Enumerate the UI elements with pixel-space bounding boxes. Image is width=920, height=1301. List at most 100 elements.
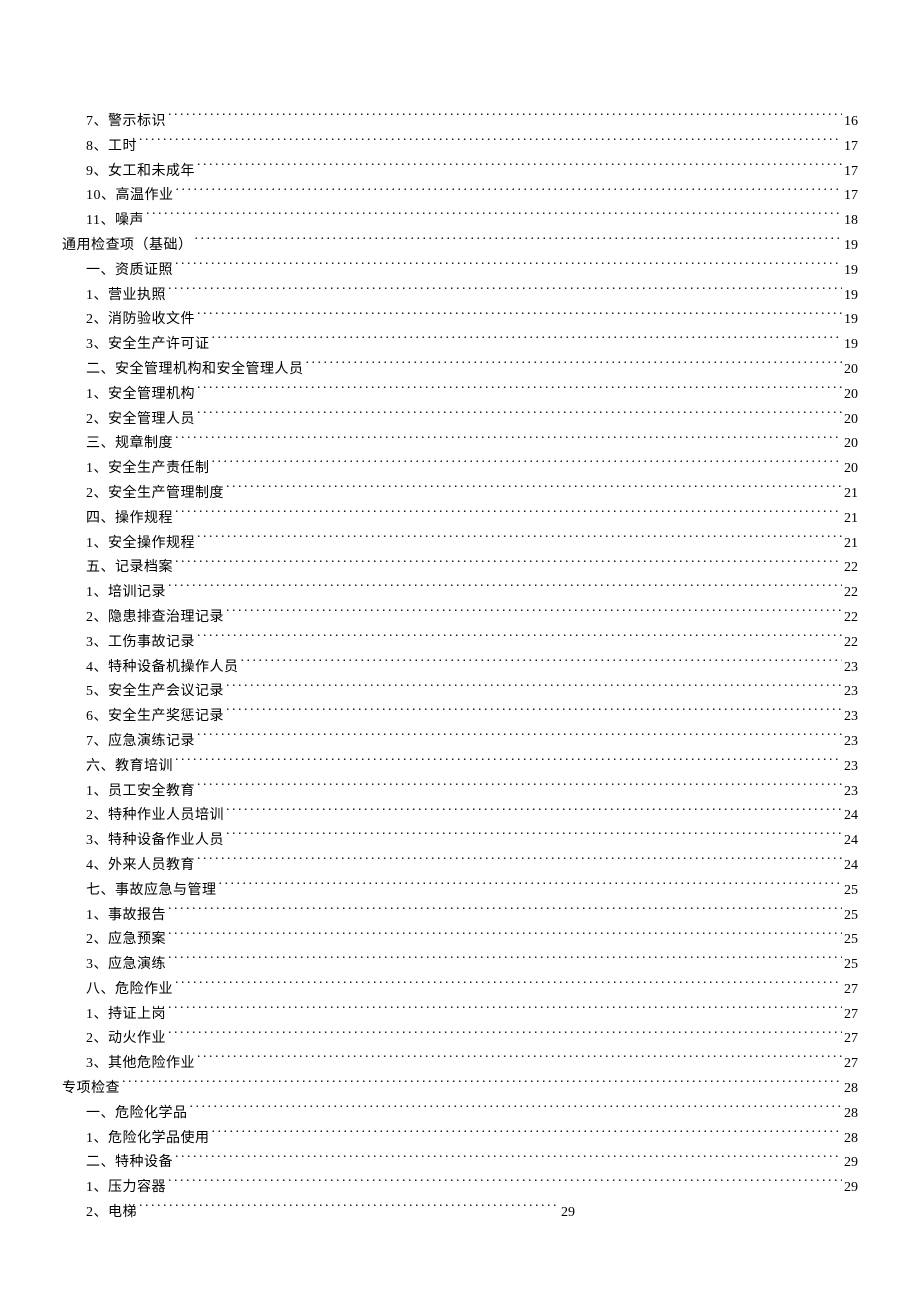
toc-page-number: 23 — [844, 656, 858, 681]
toc-page-number: 23 — [844, 705, 858, 730]
toc-leader-dots — [212, 1128, 843, 1142]
toc-label: 一、资质证照 — [86, 259, 173, 284]
toc-label: 10、高温作业 — [86, 184, 174, 209]
toc-leader-dots — [226, 706, 842, 720]
toc-leader-dots — [226, 681, 842, 695]
toc-label: 1、员工安全教育 — [86, 780, 195, 805]
toc-label: 三、规章制度 — [86, 432, 173, 457]
toc-entry[interactable]: 八、危险作业27 — [62, 978, 858, 1003]
toc-leader-dots — [175, 557, 842, 571]
toc-entry[interactable]: 一、危险化学品28 — [62, 1102, 858, 1127]
toc-entry[interactable]: 10、高温作业 17 — [62, 184, 858, 209]
toc-label: 2、消防验收文件 — [86, 308, 195, 333]
toc-label: 4、外来人员教育 — [86, 854, 195, 879]
toc-label: 1、危险化学品使用 — [86, 1127, 210, 1152]
toc-label: 8、工时 — [86, 135, 137, 160]
toc-page-number: 20 — [844, 432, 858, 457]
toc-label: 2、特种作业人员培训 — [86, 804, 224, 829]
toc-entry[interactable]: 三、规章制度 20 — [62, 432, 858, 457]
toc-leader-dots — [168, 1004, 842, 1018]
toc-page-number: 29 — [844, 1151, 858, 1176]
toc-page-number: 17 — [844, 160, 858, 185]
toc-page-number: 22 — [844, 631, 858, 656]
toc-page-number: 19 — [844, 284, 858, 309]
toc-entry[interactable]: 2、消防验收文件19 — [62, 308, 858, 333]
toc-entry[interactable]: 七、事故应急与管理25 — [62, 879, 858, 904]
toc-entry[interactable]: 7、警示标识16 — [62, 110, 858, 135]
toc-page-number: 23 — [844, 680, 858, 705]
toc-page-number: 29 — [844, 1176, 858, 1201]
toc-label: 1、安全操作规程 — [86, 532, 195, 557]
toc-entry[interactable]: 通用检查项（基础）19 — [62, 234, 858, 259]
toc-entry[interactable]: 1、营业执照19 — [62, 284, 858, 309]
toc-entry[interactable]: 3、特种设备作业人员24 — [62, 829, 858, 854]
toc-entry[interactable]: 5、安全生产会议记录23 — [62, 680, 858, 705]
toc-entry[interactable]: 1、培训记录22 — [62, 581, 858, 606]
toc-entry[interactable]: 3、其他危险作业27 — [62, 1052, 858, 1077]
toc-entry[interactable]: 3、工伤事故记录22 — [62, 631, 858, 656]
toc-leader-dots — [168, 1177, 842, 1191]
toc-page-number: 17 — [844, 135, 858, 160]
toc-leader-dots — [306, 359, 843, 373]
toc-entry[interactable]: 二、安全管理机构和安全管理人员20 — [62, 358, 858, 383]
toc-entry[interactable]: 五、记录档案 22 — [62, 556, 858, 581]
toc-entry[interactable]: 1、持证上岗27 — [62, 1003, 858, 1028]
toc-entry[interactable]: 9、女工和未成年17 — [62, 160, 858, 185]
toc-entry[interactable]: 6、安全生产奖惩记录23 — [62, 705, 858, 730]
toc-entry[interactable]: 1、安全操作规程21 — [62, 532, 858, 557]
toc-entry[interactable]: 2、应急预案25 — [62, 928, 858, 953]
toc-entry[interactable]: 2、隐患排查治理记录22 — [62, 606, 858, 631]
toc-label: 通用检查项（基础） — [62, 234, 193, 259]
toc-page-number: 20 — [844, 358, 858, 383]
toc-leader-dots — [197, 161, 842, 175]
toc-entry[interactable]: 专项检查 28 — [62, 1077, 858, 1102]
toc-entry[interactable]: 2、电梯29 — [62, 1201, 858, 1226]
toc-entry[interactable]: 1、事故报告25 — [62, 904, 858, 929]
toc-entry[interactable]: 1、安全生产责任制20 — [62, 457, 858, 482]
toc-entry[interactable]: 1、员工安全教育 23 — [62, 780, 858, 805]
toc-label: 1、培训记录 — [86, 581, 166, 606]
toc-entry[interactable]: 二、特种设备 29 — [62, 1151, 858, 1176]
toc-label: 二、特种设备 — [86, 1151, 173, 1176]
toc-leader-dots — [168, 1028, 842, 1042]
toc-entry[interactable]: 一、资质证照19 — [62, 259, 858, 284]
toc-entry[interactable]: 1、危险化学品使用28 — [62, 1127, 858, 1152]
toc-leader-dots — [190, 1103, 843, 1117]
toc-leader-dots — [168, 954, 842, 968]
toc-leader-dots — [197, 309, 842, 323]
toc-leader-dots — [175, 508, 842, 522]
toc-page-number: 17 — [844, 184, 858, 209]
toc-page-number: 29 — [561, 1201, 575, 1226]
toc-label: 3、其他危险作业 — [86, 1052, 195, 1077]
toc-label: 1、压力容器 — [86, 1176, 166, 1201]
toc-entry[interactable]: 六、教育培训23 — [62, 755, 858, 780]
toc-entry[interactable]: 2、安全管理人员20 — [62, 408, 858, 433]
toc-entry[interactable]: 1、压力容器 29 — [62, 1176, 858, 1201]
toc-page-number: 28 — [844, 1077, 858, 1102]
toc-label: 3、特种设备作业人员 — [86, 829, 224, 854]
toc-entry[interactable]: 4、外来人员教育24 — [62, 854, 858, 879]
table-of-contents: 7、警示标识168、工时179、女工和未成年1710、高温作业1711、噪声18… — [62, 110, 858, 1226]
toc-entry[interactable]: 8、工时 17 — [62, 135, 858, 160]
toc-entry[interactable]: 2、安全生产管理制度21 — [62, 482, 858, 507]
toc-entry[interactable]: 4、特种设备机操作人员23 — [62, 656, 858, 681]
toc-page-number: 16 — [844, 110, 858, 135]
toc-label: 五、记录档案 — [86, 556, 173, 581]
toc-entry[interactable]: 3、安全生产许可证19 — [62, 333, 858, 358]
toc-page-number: 23 — [844, 780, 858, 805]
toc-label: 专项检查 — [62, 1077, 120, 1102]
toc-leader-dots — [175, 979, 842, 993]
toc-entry[interactable]: 2、动火作业27 — [62, 1027, 858, 1052]
toc-page-number: 23 — [844, 730, 858, 755]
toc-entry[interactable]: 1、安全管理机构20 — [62, 383, 858, 408]
toc-entry[interactable]: 11、噪声18 — [62, 209, 858, 234]
toc-entry[interactable]: 7、应急演练记录23 — [62, 730, 858, 755]
toc-leader-dots — [146, 210, 842, 224]
toc-leader-dots — [175, 433, 842, 447]
toc-leader-dots — [168, 905, 842, 919]
toc-entry[interactable]: 3、应急演练25 — [62, 953, 858, 978]
toc-label: 六、教育培训 — [86, 755, 173, 780]
toc-page-number: 22 — [844, 556, 858, 581]
toc-entry[interactable]: 2、特种作业人员培训24 — [62, 804, 858, 829]
toc-entry[interactable]: 四、操作规程21 — [62, 507, 858, 532]
